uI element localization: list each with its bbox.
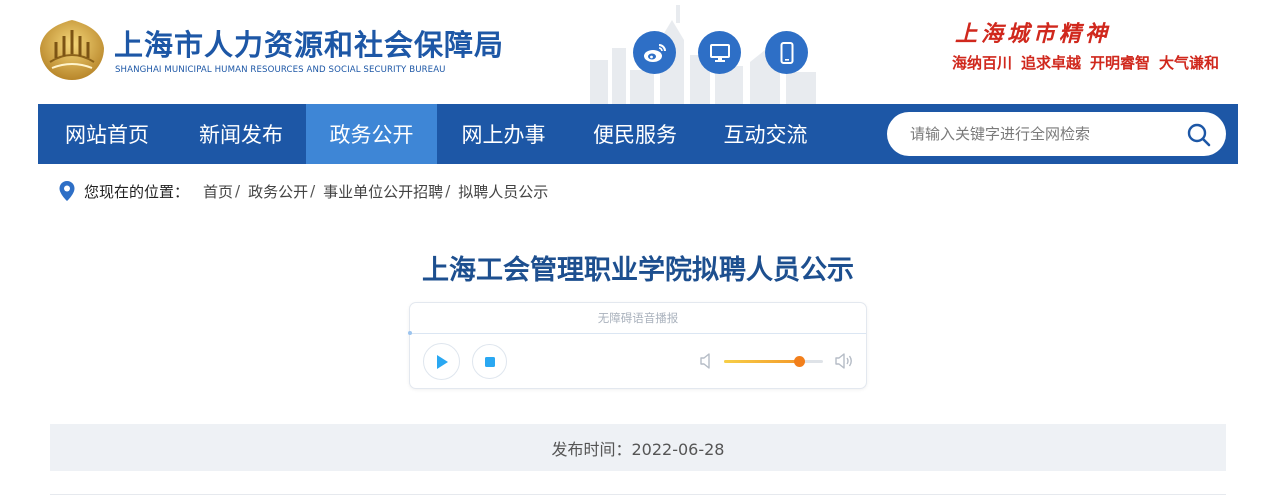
site-header: 上海市人力资源和社会保障局 SHANGHAI MUNICIPAL HUMAN R… bbox=[0, 0, 1288, 104]
breadcrumb-item-recruitment[interactable]: 事业单位公开招聘 bbox=[323, 181, 443, 202]
bureau-logo bbox=[40, 20, 104, 80]
city-spirit-words: 海纳百川 追求卓越 开明睿智 大气谦和 bbox=[952, 52, 1219, 73]
nav-item-news[interactable]: 新闻发布 bbox=[176, 104, 306, 164]
divider bbox=[50, 494, 1226, 495]
desktop-site-button[interactable] bbox=[698, 31, 741, 74]
mobile-icon bbox=[780, 41, 793, 64]
site-subtitle: SHANGHAI MUNICIPAL HUMAN RESOURCES AND S… bbox=[115, 65, 446, 75]
volume-slider[interactable] bbox=[724, 356, 823, 367]
nav-item-gov-affairs[interactable]: 政务公开 bbox=[306, 104, 437, 164]
progress-indicator[interactable] bbox=[408, 331, 412, 335]
spirit-word: 追求卓越 bbox=[1021, 54, 1082, 72]
search-icon[interactable] bbox=[1186, 122, 1212, 148]
breadcrumb: 您现在的位置： 首页 / 政务公开 / 事业单位公开招聘 / 拟聘人员公示 bbox=[58, 180, 548, 202]
weibo-icon bbox=[643, 43, 666, 62]
breadcrumb-label: 您现在的位置： bbox=[84, 182, 190, 201]
voice-player: 无障碍语音播报 bbox=[408, 302, 867, 389]
spirit-word: 开明睿智 bbox=[1090, 54, 1151, 72]
volume-fill bbox=[724, 360, 800, 363]
main-nav: 网站首页 新闻发布 政务公开 网上办事 便民服务 互动交流 bbox=[38, 104, 1238, 164]
publish-date-bar: 发布时间：2022-06-28 bbox=[50, 424, 1226, 471]
mobile-site-button[interactable] bbox=[765, 31, 808, 74]
player-label: 无障碍语音播报 bbox=[410, 303, 866, 334]
nav-item-home[interactable]: 网站首页 bbox=[38, 104, 176, 164]
search-box bbox=[887, 112, 1226, 156]
volume-knob[interactable] bbox=[794, 356, 806, 367]
volume-high-icon[interactable] bbox=[834, 351, 854, 371]
breadcrumb-separator: / bbox=[235, 182, 241, 200]
volume-low-icon[interactable] bbox=[699, 352, 713, 370]
breadcrumb-separator: / bbox=[445, 182, 451, 200]
city-spirit-title: 上海城市精神 bbox=[955, 21, 1112, 47]
play-icon bbox=[436, 354, 448, 369]
nav-item-interaction[interactable]: 互动交流 bbox=[700, 104, 831, 164]
site-title[interactable]: 上海市人力资源和社会保障局 bbox=[114, 22, 504, 64]
spirit-word: 海纳百川 bbox=[952, 54, 1013, 72]
desktop-icon bbox=[709, 43, 730, 62]
stop-button[interactable] bbox=[472, 344, 507, 379]
breadcrumb-separator: / bbox=[310, 182, 316, 200]
spirit-word: 大气谦和 bbox=[1159, 54, 1220, 72]
breadcrumb-item-home[interactable]: 首页 bbox=[203, 181, 233, 202]
publish-date: 发布时间：2022-06-28 bbox=[551, 439, 725, 459]
nav-item-online-services[interactable]: 网上办事 bbox=[437, 104, 570, 164]
search-input[interactable] bbox=[910, 125, 1170, 143]
weibo-button[interactable] bbox=[633, 31, 676, 74]
breadcrumb-item-gov-affairs[interactable]: 政务公开 bbox=[248, 181, 308, 202]
article-title: 上海工会管理职业学院拟聘人员公示 bbox=[422, 255, 854, 286]
stop-icon bbox=[484, 356, 495, 367]
play-button[interactable] bbox=[423, 343, 460, 380]
breadcrumb-item-current[interactable]: 拟聘人员公示 bbox=[458, 181, 548, 202]
location-pin-icon bbox=[59, 181, 75, 201]
nav-item-public-services[interactable]: 便民服务 bbox=[570, 104, 700, 164]
